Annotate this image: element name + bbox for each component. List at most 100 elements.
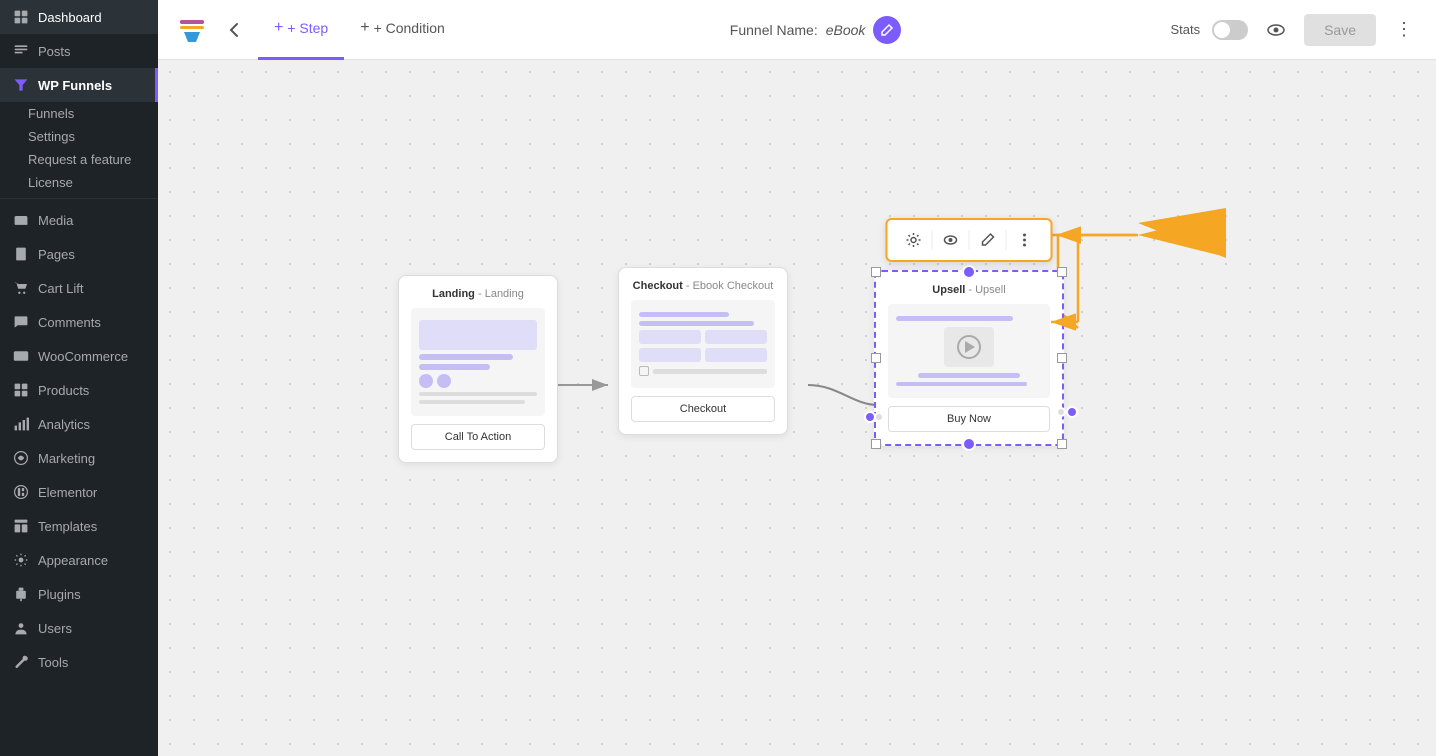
sidebar-item-analytics[interactable]: Analytics [0, 407, 158, 441]
sidebar-item-dashboard[interactable]: Dashboard [0, 0, 158, 34]
toolbar-divider-3 [1006, 230, 1007, 250]
play-button-icon [957, 335, 981, 359]
left-dot-grey [874, 412, 884, 422]
sidebar-item-elementor[interactable]: Elementor [0, 475, 158, 509]
sidebar-label-media: Media [38, 213, 73, 228]
toolbar-more-button[interactable] [1011, 226, 1039, 254]
upsell-node-header: Upsell - Upsell [888, 284, 1050, 296]
toolbar-divider-1 [932, 230, 933, 250]
sidebar-label-comments: Comments [38, 315, 101, 330]
sidebar-label-analytics: Analytics [38, 417, 90, 432]
sidebar-label-users: Users [38, 621, 72, 636]
main-content: + + Step + + Condition Funnel Name: eBoo… [158, 0, 1436, 756]
sidebar: Dashboard Posts WP Funnels Funnels Setti… [0, 0, 158, 756]
connection-handle-bottom[interactable] [962, 437, 976, 451]
sidebar-item-media[interactable]: Media [0, 203, 158, 237]
checkout-preview [631, 300, 775, 388]
toolbar-settings-button[interactable] [900, 226, 928, 254]
sidebar-item-users[interactable]: Users [0, 611, 158, 645]
annotation-svg [158, 60, 1436, 756]
marketing-icon [12, 449, 30, 467]
right-dot-grey [1056, 407, 1066, 417]
back-button[interactable] [218, 14, 250, 46]
sidebar-label-pages: Pages [38, 247, 75, 262]
sidebar-item-plugins[interactable]: Plugins [0, 577, 158, 611]
sidebar-item-woocommerce[interactable]: WooCommerce [0, 339, 158, 373]
resize-handle-br[interactable] [1057, 439, 1067, 449]
sidebar-label-marketing: Marketing [38, 451, 95, 466]
upsell-buy-button[interactable]: Buy Now [888, 406, 1050, 432]
plugins-icon [12, 585, 30, 603]
save-button[interactable]: Save [1304, 14, 1376, 46]
sidebar-label-cart-lift: Cart Lift [38, 281, 84, 296]
sidebar-label-woocommerce: WooCommerce [38, 349, 128, 364]
sidebar-label-plugins: Plugins [38, 587, 81, 602]
edit-funnel-name-button[interactable] [873, 16, 901, 44]
connection-handle-top[interactable] [962, 265, 976, 279]
preview-button[interactable] [1260, 14, 1292, 46]
landing-node-header: Landing - Landing [411, 288, 545, 300]
wp-funnels-logo [174, 12, 210, 48]
funnel-name-value: eBook [826, 22, 866, 38]
sidebar-label-elementor: Elementor [38, 485, 97, 500]
stats-toggle[interactable] [1212, 20, 1248, 40]
analytics-icon [12, 415, 30, 433]
tab-step[interactable]: + + Step [258, 0, 344, 60]
funnel-name-label: Funnel Name: [730, 22, 818, 38]
templates-icon [12, 517, 30, 535]
sidebar-item-cart-lift[interactable]: Cart Lift [0, 271, 158, 305]
sidebar-item-comments[interactable]: Comments [0, 305, 158, 339]
checkout-button[interactable]: Checkout [631, 396, 775, 422]
right-dot-purple [1066, 406, 1078, 418]
step-plus-icon: + [274, 19, 283, 37]
tab-condition[interactable]: + + Condition [344, 0, 461, 60]
funnel-canvas[interactable]: Landing - Landing Call To Action Checkou… [158, 60, 1436, 756]
products-icon [12, 381, 30, 399]
resize-handle-bl[interactable] [871, 439, 881, 449]
sidebar-item-tools[interactable]: Tools [0, 645, 158, 679]
sidebar-item-products[interactable]: Products [0, 373, 158, 407]
right-connector [1056, 406, 1078, 418]
checkout-node-header: Checkout - Ebook Checkout [631, 280, 775, 292]
sidebar-label-templates: Templates [38, 519, 97, 534]
elementor-icon [12, 483, 30, 501]
tools-icon [12, 653, 30, 671]
woocommerce-icon [12, 347, 30, 365]
toolbar-divider-2 [969, 230, 970, 250]
video-placeholder [944, 327, 994, 367]
sidebar-item-pages[interactable]: Pages [0, 237, 158, 271]
tab-step-label: + Step [287, 20, 328, 36]
resize-handle-tl[interactable] [871, 267, 881, 277]
dashboard-icon [12, 8, 30, 26]
sidebar-sub-funnels[interactable]: Funnels [0, 102, 158, 125]
comments-icon [12, 313, 30, 331]
topbar-right: Stats Save ⋮ [1170, 14, 1420, 46]
appearance-icon [12, 551, 30, 569]
sidebar-sub-request-feature[interactable]: Request a feature [0, 148, 158, 171]
landing-node[interactable]: Landing - Landing Call To Action [398, 275, 558, 463]
wp-funnels-icon [12, 76, 30, 94]
sidebar-item-posts[interactable]: Posts [0, 34, 158, 68]
toolbar-edit-button[interactable] [974, 226, 1002, 254]
topbar: + + Step + + Condition Funnel Name: eBoo… [158, 0, 1436, 60]
condition-plus-icon: + [360, 19, 369, 37]
toolbar-preview-button[interactable] [937, 226, 965, 254]
stats-label: Stats [1170, 22, 1200, 37]
resize-handle-tr[interactable] [1057, 267, 1067, 277]
sidebar-item-templates[interactable]: Templates [0, 509, 158, 543]
checkout-node[interactable]: Checkout - Ebook Checkout [618, 267, 788, 435]
sidebar-item-marketing[interactable]: Marketing [0, 441, 158, 475]
sidebar-label-appearance: Appearance [38, 553, 108, 568]
sidebar-item-appearance[interactable]: Appearance [0, 543, 158, 577]
sidebar-label-posts: Posts [38, 44, 71, 59]
sidebar-item-wp-funnels[interactable]: WP Funnels [0, 68, 158, 102]
upsell-node[interactable]: Upsell - Upsell Buy Now [874, 270, 1064, 446]
sidebar-label-products: Products [38, 383, 89, 398]
resize-handle-left[interactable] [871, 353, 881, 363]
sidebar-sub-settings[interactable]: Settings [0, 125, 158, 148]
resize-handle-right[interactable] [1057, 353, 1067, 363]
funnel-name-section: Funnel Name: eBook [461, 16, 1171, 44]
landing-cta-button[interactable]: Call To Action [411, 424, 545, 450]
sidebar-sub-license[interactable]: License [0, 171, 158, 194]
more-options-button[interactable]: ⋮ [1388, 14, 1420, 46]
